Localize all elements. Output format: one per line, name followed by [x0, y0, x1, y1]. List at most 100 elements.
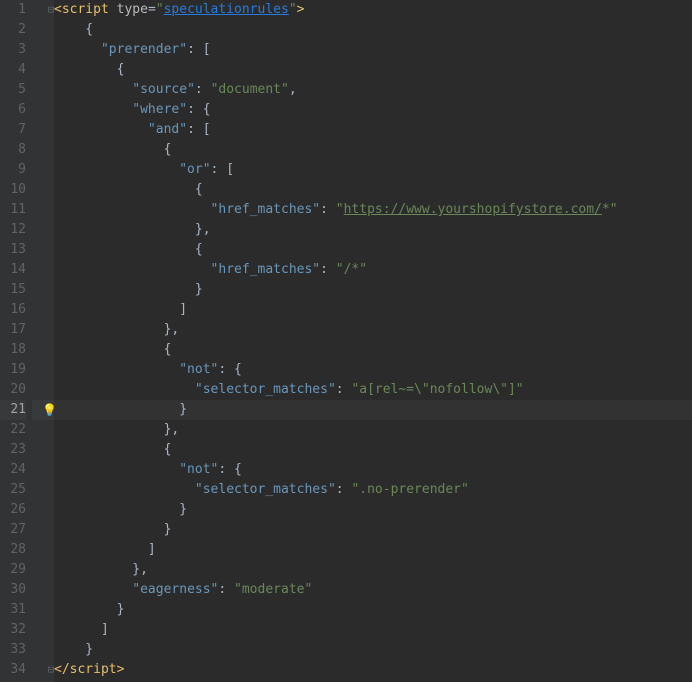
- code-line[interactable]: "not": {: [54, 360, 692, 380]
- line-number[interactable]: 27: [0, 520, 26, 540]
- marker-cell: [32, 220, 54, 240]
- line-number[interactable]: 22: [0, 420, 26, 440]
- line-number[interactable]: 28: [0, 540, 26, 560]
- line-number[interactable]: 9: [0, 160, 26, 180]
- code-line[interactable]: {: [54, 60, 692, 80]
- code-line[interactable]: "or": [: [54, 160, 692, 180]
- line-number[interactable]: 26: [0, 500, 26, 520]
- line-number[interactable]: 16: [0, 300, 26, 320]
- code-line[interactable]: {: [54, 340, 692, 360]
- code-line[interactable]: {: [54, 240, 692, 260]
- token-str: "a[rel~=\"nofollow\"]": [351, 382, 523, 397]
- code-line[interactable]: },: [54, 560, 692, 580]
- marker-cell: [32, 300, 54, 320]
- token-punct: {: [54, 342, 171, 357]
- line-number[interactable]: 4: [0, 60, 26, 80]
- line-number[interactable]: 6: [0, 100, 26, 120]
- line-number[interactable]: 24: [0, 460, 26, 480]
- token-tag: script: [70, 662, 117, 677]
- line-number[interactable]: 31: [0, 600, 26, 620]
- code-line[interactable]: },: [54, 320, 692, 340]
- line-number[interactable]: 2: [0, 20, 26, 40]
- code-line[interactable]: <script type="speculationrules">: [54, 0, 692, 20]
- code-editor[interactable]: <script type="speculationrules"> { "prer…: [54, 0, 692, 682]
- line-number[interactable]: 34: [0, 660, 26, 680]
- code-line[interactable]: }: [54, 600, 692, 620]
- line-number[interactable]: 23: [0, 440, 26, 460]
- line-number[interactable]: 12: [0, 220, 26, 240]
- token-key: "href_matches": [211, 262, 321, 277]
- code-line[interactable]: },: [54, 420, 692, 440]
- code-line[interactable]: {: [54, 180, 692, 200]
- token-punct: },: [54, 562, 148, 577]
- token-punct: :: [336, 482, 352, 497]
- code-line[interactable]: }: [54, 640, 692, 660]
- code-line[interactable]: }: [54, 280, 692, 300]
- line-number[interactable]: 18: [0, 340, 26, 360]
- marker-cell: [32, 60, 54, 80]
- line-number[interactable]: 5: [0, 80, 26, 100]
- token-key: "not": [179, 462, 218, 477]
- line-number[interactable]: 8: [0, 140, 26, 160]
- token-str: ".no-prerender": [351, 482, 468, 497]
- token-str: "moderate": [234, 582, 312, 597]
- token-punct: :: [218, 582, 234, 597]
- token-key: "selector_matches": [195, 482, 336, 497]
- line-number[interactable]: 19: [0, 360, 26, 380]
- line-number[interactable]: 33: [0, 640, 26, 660]
- token-punct: }: [54, 642, 93, 657]
- code-line[interactable]: {: [54, 140, 692, 160]
- token-punct: }: [54, 282, 203, 297]
- line-number[interactable]: 10: [0, 180, 26, 200]
- code-line[interactable]: "selector_matches": ".no-prerender": [54, 480, 692, 500]
- token-str-u: https://www.yourshopifystore.com/: [344, 202, 602, 217]
- token-punct: ]: [54, 542, 156, 557]
- token-str: "/*": [336, 262, 367, 277]
- token-punct: {: [54, 182, 203, 197]
- line-number[interactable]: 3: [0, 40, 26, 60]
- code-line[interactable]: {: [54, 440, 692, 460]
- token-punct: :: [320, 262, 336, 277]
- code-line[interactable]: </script>: [54, 660, 692, 680]
- token-punct: :: [195, 82, 211, 97]
- line-number[interactable]: 29: [0, 560, 26, 580]
- marker-cell: [32, 140, 54, 160]
- line-number[interactable]: 17: [0, 320, 26, 340]
- code-line[interactable]: }: [54, 520, 692, 540]
- code-line[interactable]: }: [54, 500, 692, 520]
- code-line[interactable]: "and": [: [54, 120, 692, 140]
- code-line[interactable]: }: [54, 400, 692, 420]
- code-line[interactable]: ]: [54, 620, 692, 640]
- line-number[interactable]: 15: [0, 280, 26, 300]
- line-number[interactable]: 25: [0, 480, 26, 500]
- code-line[interactable]: },: [54, 220, 692, 240]
- marker-cell: [32, 640, 54, 660]
- line-number[interactable]: 11: [0, 200, 26, 220]
- line-number[interactable]: 7: [0, 120, 26, 140]
- line-number[interactable]: 32: [0, 620, 26, 640]
- code-line[interactable]: "source": "document",: [54, 80, 692, 100]
- code-line[interactable]: ]: [54, 540, 692, 560]
- line-number[interactable]: 20: [0, 380, 26, 400]
- code-line[interactable]: "eagerness": "moderate": [54, 580, 692, 600]
- line-number[interactable]: 14: [0, 260, 26, 280]
- line-number[interactable]: 1: [0, 0, 26, 20]
- code-line[interactable]: "href_matches": "/*": [54, 260, 692, 280]
- token-punct: },: [54, 422, 179, 437]
- code-line[interactable]: {: [54, 20, 692, 40]
- code-line[interactable]: "not": {: [54, 460, 692, 480]
- code-line[interactable]: "prerender": [: [54, 40, 692, 60]
- token-punct: }: [54, 602, 124, 617]
- line-number[interactable]: 21: [0, 400, 26, 420]
- code-line[interactable]: "selector_matches": "a[rel~=\"nofollow\"…: [54, 380, 692, 400]
- token-punct: [54, 82, 132, 97]
- marker-cell: [32, 160, 54, 180]
- marker-cell: [32, 580, 54, 600]
- line-number[interactable]: 13: [0, 240, 26, 260]
- code-line[interactable]: ]: [54, 300, 692, 320]
- marker-cell: [32, 360, 54, 380]
- line-number[interactable]: 30: [0, 580, 26, 600]
- code-line[interactable]: "where": {: [54, 100, 692, 120]
- code-line[interactable]: "href_matches": "https://www.yourshopify…: [54, 200, 692, 220]
- token-punct: : {: [187, 102, 210, 117]
